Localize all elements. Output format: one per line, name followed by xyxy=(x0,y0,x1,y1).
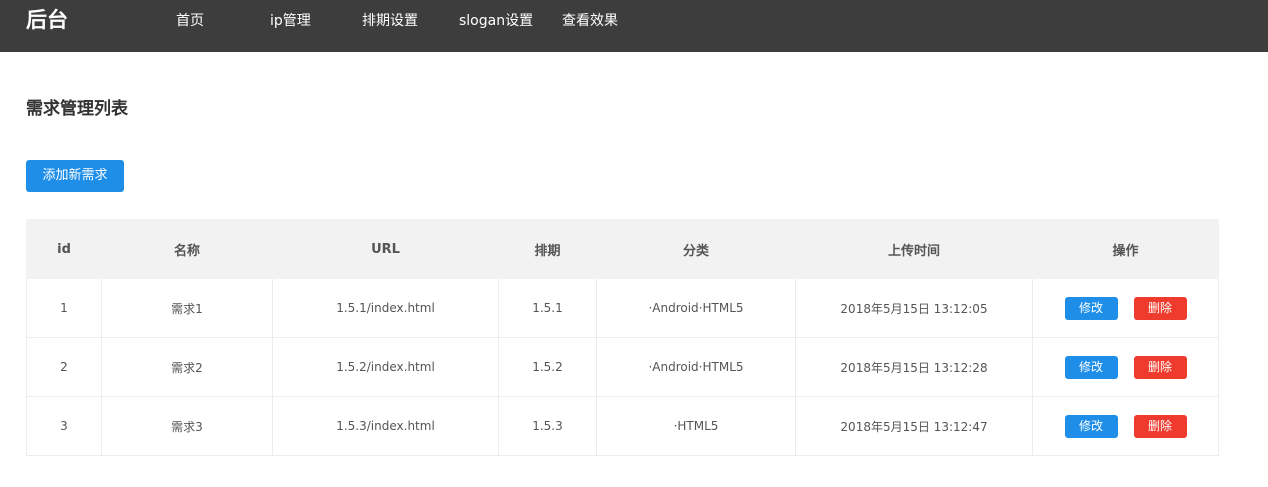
cell-id: 2 xyxy=(26,337,102,397)
column-header-url: URL xyxy=(272,219,499,279)
cell-actions: 修改 删除 xyxy=(1032,396,1219,456)
cell-name: 需求1 xyxy=(101,278,273,338)
cell-name: 需求3 xyxy=(101,396,273,456)
delete-button[interactable]: 删除 xyxy=(1133,355,1187,379)
nav-item-schedule-settings[interactable]: 排期设置 xyxy=(362,11,418,31)
nav-item-view-results[interactable]: 查看效果 xyxy=(562,11,618,31)
column-header-upload-time: 上传时间 xyxy=(795,219,1033,279)
nav-item-home[interactable]: 首页 xyxy=(176,11,204,31)
cell-id: 3 xyxy=(26,396,102,456)
cell-name: 需求2 xyxy=(101,337,273,397)
edit-button[interactable]: 修改 xyxy=(1064,414,1118,438)
cell-actions: 修改 删除 xyxy=(1032,337,1219,397)
page-title: 需求管理列表 xyxy=(26,99,128,119)
cell-category: ·HTML5 xyxy=(596,396,796,456)
table-header-row: id 名称 URL 排期 分类 上传时间 操作 xyxy=(26,219,1219,279)
table-row: 2 需求2 1.5.2/index.html 1.5.2 ·Android·HT… xyxy=(26,337,1219,397)
add-requirement-button[interactable]: 添加新需求 xyxy=(26,160,124,192)
table-row: 3 需求3 1.5.3/index.html 1.5.3 ·HTML5 2018… xyxy=(26,396,1219,456)
cell-upload-time: 2018年5月15日 13:12:05 xyxy=(795,278,1033,338)
nav-item-slogan-settings[interactable]: slogan设置 xyxy=(459,11,533,31)
app-logo: 后台 xyxy=(26,8,68,32)
cell-upload-time: 2018年5月15日 13:12:28 xyxy=(795,337,1033,397)
cell-url: 1.5.3/index.html xyxy=(272,396,499,456)
cell-schedule: 1.5.1 xyxy=(498,278,597,338)
column-header-schedule: 排期 xyxy=(498,219,597,279)
column-header-name: 名称 xyxy=(101,219,273,279)
nav-item-ip-management[interactable]: ip管理 xyxy=(270,11,311,31)
edit-button[interactable]: 修改 xyxy=(1064,355,1118,379)
cell-category: ·Android·HTML5 xyxy=(596,337,796,397)
cell-schedule: 1.5.2 xyxy=(498,337,597,397)
cell-actions: 修改 删除 xyxy=(1032,278,1219,338)
cell-upload-time: 2018年5月15日 13:12:47 xyxy=(795,396,1033,456)
table-row: 1 需求1 1.5.1/index.html 1.5.1 ·Android·HT… xyxy=(26,278,1219,338)
column-header-id: id xyxy=(26,219,102,279)
cell-url: 1.5.2/index.html xyxy=(272,337,499,397)
requirements-table: id 名称 URL 排期 分类 上传时间 操作 1 需求1 1.5.1/inde… xyxy=(26,219,1219,456)
delete-button[interactable]: 删除 xyxy=(1133,414,1187,438)
delete-button[interactable]: 删除 xyxy=(1133,296,1187,320)
column-header-actions: 操作 xyxy=(1032,219,1219,279)
cell-category: ·Android·HTML5 xyxy=(596,278,796,338)
cell-schedule: 1.5.3 xyxy=(498,396,597,456)
column-header-category: 分类 xyxy=(596,219,796,279)
top-nav-bar: 后台 首页 ip管理 排期设置 slogan设置 查看效果 xyxy=(0,0,1268,52)
edit-button[interactable]: 修改 xyxy=(1064,296,1118,320)
cell-url: 1.5.1/index.html xyxy=(272,278,499,338)
cell-id: 1 xyxy=(26,278,102,338)
